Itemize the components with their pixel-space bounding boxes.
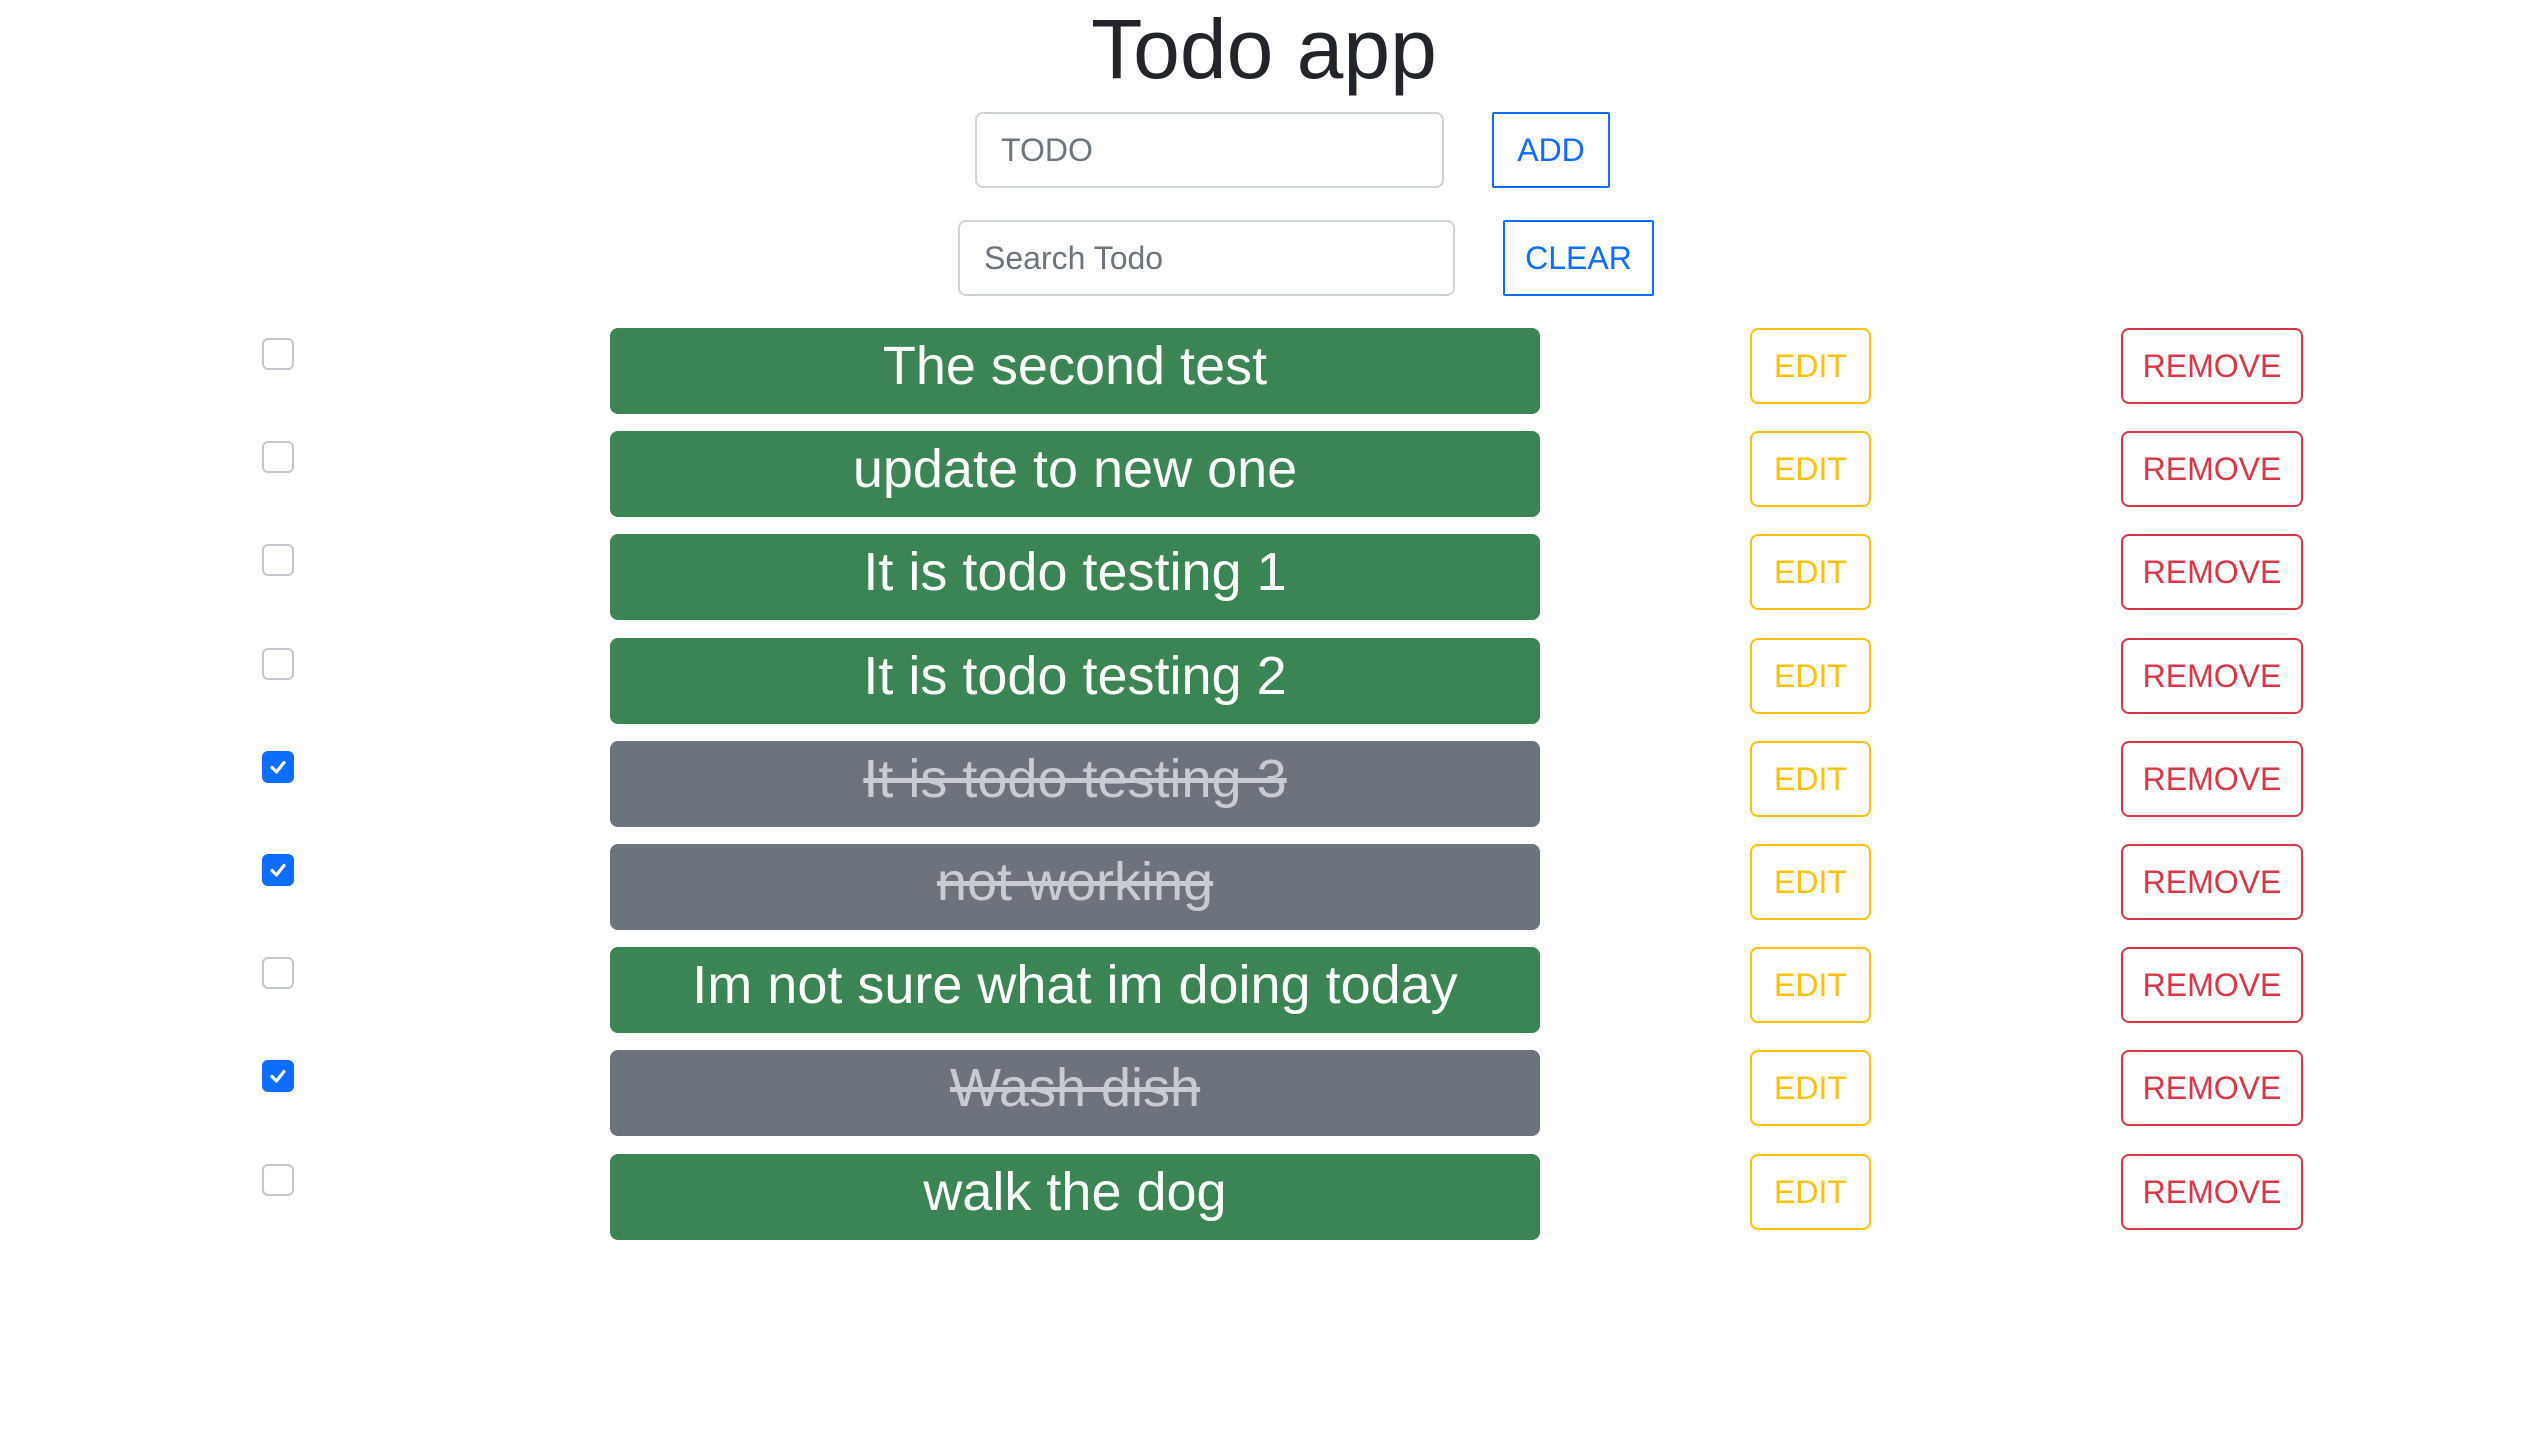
todo-text[interactable]: Wash dish xyxy=(610,1050,1540,1136)
todo-row: walk the dog EDIT REMOVE xyxy=(0,1154,2528,1240)
todo-checkbox[interactable] xyxy=(262,544,294,576)
todo-row: It is todo testing 3 EDIT REMOVE xyxy=(0,741,2528,827)
todo-checkbox[interactable] xyxy=(262,854,294,886)
todo-text[interactable]: walk the dog xyxy=(610,1154,1540,1240)
edit-button[interactable]: EDIT xyxy=(1750,741,1871,817)
remove-button[interactable]: REMOVE xyxy=(2121,1154,2303,1230)
edit-button[interactable]: EDIT xyxy=(1750,1154,1871,1230)
todo-checkbox[interactable] xyxy=(262,1060,294,1092)
remove-button[interactable]: REMOVE xyxy=(2121,534,2303,610)
todo-checkbox[interactable] xyxy=(262,957,294,989)
todo-row: Wash dish EDIT REMOVE xyxy=(0,1050,2528,1136)
edit-button[interactable]: EDIT xyxy=(1750,328,1871,404)
todo-text[interactable]: Im not sure what im doing today xyxy=(610,947,1540,1033)
remove-button[interactable]: REMOVE xyxy=(2121,431,2303,507)
todo-input[interactable] xyxy=(975,112,1444,188)
check-icon xyxy=(270,760,286,774)
todo-checkbox[interactable] xyxy=(262,648,294,680)
todo-checkbox[interactable] xyxy=(262,751,294,783)
todo-row: It is todo testing 2 EDIT REMOVE xyxy=(0,638,2528,724)
todo-row: The second test EDIT REMOVE xyxy=(0,328,2528,414)
clear-button[interactable]: CLEAR xyxy=(1503,220,1654,296)
page-title: Todo app xyxy=(1091,2,1437,96)
search-input[interactable] xyxy=(958,220,1455,296)
todo-checkbox[interactable] xyxy=(262,441,294,473)
edit-button[interactable]: EDIT xyxy=(1750,638,1871,714)
todo-text[interactable]: not working xyxy=(610,844,1540,930)
todo-text[interactable]: It is todo testing 3 xyxy=(610,741,1540,827)
edit-button[interactable]: EDIT xyxy=(1750,431,1871,507)
remove-button[interactable]: REMOVE xyxy=(2121,741,2303,817)
remove-button[interactable]: REMOVE xyxy=(2121,1050,2303,1126)
check-icon xyxy=(270,1069,286,1083)
todo-checkbox[interactable] xyxy=(262,338,294,370)
todo-text[interactable]: The second test xyxy=(610,328,1540,414)
todo-row: Im not sure what im doing today EDIT REM… xyxy=(0,947,2528,1033)
todo-checkbox[interactable] xyxy=(262,1164,294,1196)
edit-button[interactable]: EDIT xyxy=(1750,534,1871,610)
add-button[interactable]: ADD xyxy=(1492,112,1610,188)
todo-text[interactable]: It is todo testing 2 xyxy=(610,638,1540,724)
edit-button[interactable]: EDIT xyxy=(1750,1050,1871,1126)
todo-row: not working EDIT REMOVE xyxy=(0,844,2528,930)
check-icon xyxy=(270,863,286,877)
todo-row: It is todo testing 1 EDIT REMOVE xyxy=(0,534,2528,620)
remove-button[interactable]: REMOVE xyxy=(2121,844,2303,920)
todo-text[interactable]: update to new one xyxy=(610,431,1540,517)
edit-button[interactable]: EDIT xyxy=(1750,844,1871,920)
remove-button[interactable]: REMOVE xyxy=(2121,947,2303,1023)
remove-button[interactable]: REMOVE xyxy=(2121,638,2303,714)
edit-button[interactable]: EDIT xyxy=(1750,947,1871,1023)
remove-button[interactable]: REMOVE xyxy=(2121,328,2303,404)
todo-row: update to new one EDIT REMOVE xyxy=(0,431,2528,517)
todo-text[interactable]: It is todo testing 1 xyxy=(610,534,1540,620)
